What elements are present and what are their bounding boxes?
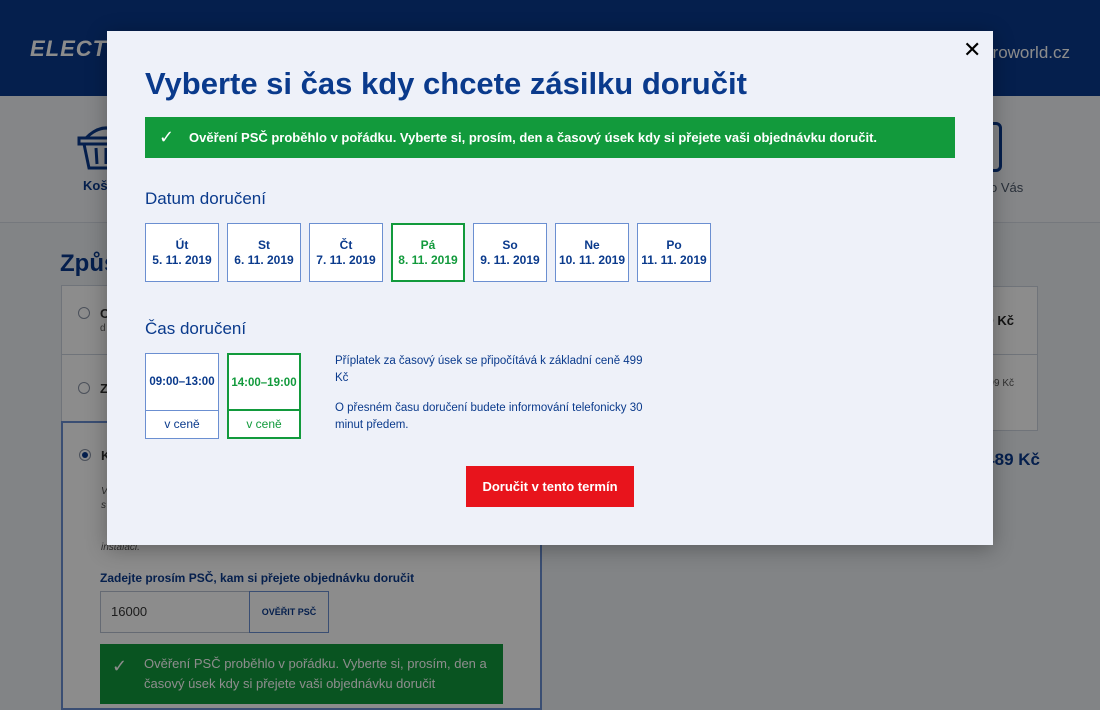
close-icon[interactable]: ✕ [963,37,981,63]
date-option-wed[interactable]: St 6. 11. 2019 [227,223,301,282]
date-option-mon[interactable]: Po 11. 11. 2019 [637,223,711,282]
date-option-thu[interactable]: Čt 7. 11. 2019 [309,223,383,282]
modal-success-text: Ověření PSČ proběhlo v pořádku. Vyberte … [189,130,878,145]
date-option-sun[interactable]: Ne 10. 11. 2019 [555,223,629,282]
confirm-delivery-button[interactable]: Doručit v tento termín [466,466,634,507]
date-day: Út [175,238,189,252]
delivery-date-label: Datum doručení [145,189,266,208]
surcharge-info: Příplatek za časový úsek se připočítává … [335,355,643,384]
checkmark-icon: ✓ [159,127,175,147]
time-slot-time: 14:00–19:00 [229,355,299,411]
date-options: Út 5. 11. 2019 St 6. 11. 2019 Čt 7. 11. 201… [145,223,711,282]
date-value: 10. 11. 2019 [558,253,626,267]
date-value: 6. 11. 2019 [234,253,294,267]
time-slot-price: v ceně [164,417,200,431]
date-value: 8. 11. 2019 [398,253,458,267]
date-value: 5. 11. 2019 [152,253,212,267]
delivery-time-label: Čas doručení [145,319,247,338]
date-value: 7. 11. 2019 [316,253,376,267]
time-slot-time: 09:00–13:00 [146,354,218,411]
phone-notice-info: O přesném času doručení budete informová… [335,402,643,431]
date-value: 9. 11. 2019 [480,253,540,267]
date-day: Po [666,238,682,252]
date-day: Čt [339,238,353,252]
time-slot-morning[interactable]: 09:00–13:00 v ceně [145,353,219,439]
time-slot-afternoon[interactable]: 14:00–19:00 v ceně [227,353,301,439]
time-slot-price: v ceně [246,417,282,431]
date-day: So [502,238,518,252]
delivery-time-modal: ✕ Vyberte si čas kdy chcete zásilku doru… [107,31,993,545]
date-option-fri[interactable]: Pá 8. 11. 2019 [391,223,465,282]
date-day: St [258,238,270,252]
date-day: Ne [584,238,600,252]
date-day: Pá [420,238,436,252]
modal-success-banner: ✓ Ověření PSČ proběhlo v pořádku. Vybert… [145,117,955,158]
date-value: 11. 11. 2019 [641,253,707,267]
date-option-tue[interactable]: Út 5. 11. 2019 [145,223,219,282]
modal-title: Vyberte si čas kdy chcete zásilku doruči… [145,66,747,101]
date-option-sat[interactable]: So 9. 11. 2019 [473,223,547,282]
